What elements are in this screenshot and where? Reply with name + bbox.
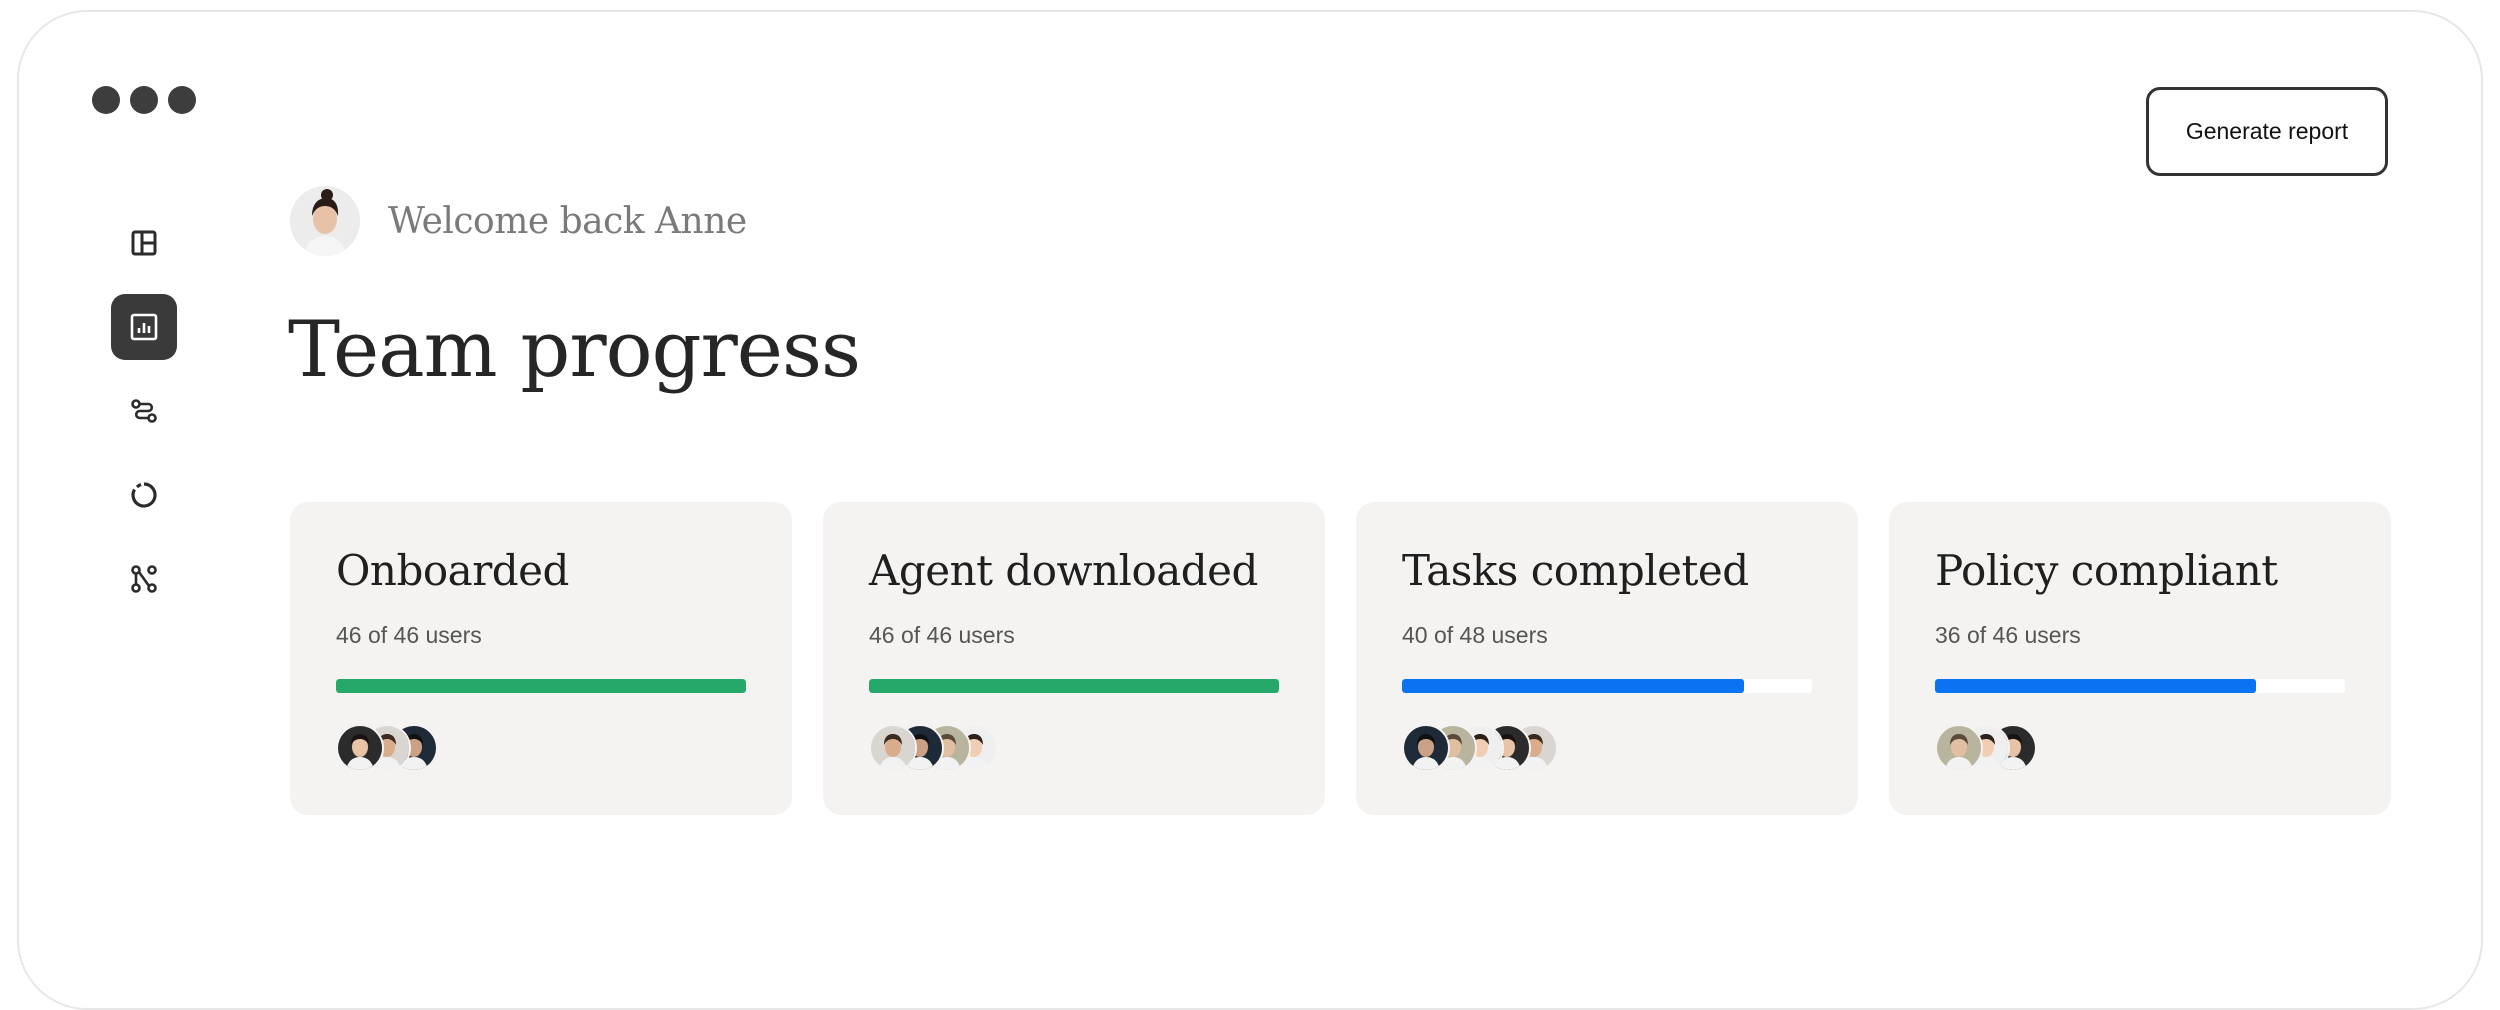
welcome-header: Welcome back Anne bbox=[290, 186, 747, 256]
user-avatar[interactable] bbox=[1402, 724, 1450, 772]
sidebar-item-branches[interactable] bbox=[111, 546, 177, 612]
progress-card[interactable]: Agent downloaded 46 of 46 users bbox=[823, 502, 1325, 815]
progress-bar bbox=[869, 679, 1279, 693]
card-subtitle: 46 of 46 users bbox=[336, 622, 482, 648]
sidebar-item-progress[interactable] bbox=[111, 462, 177, 528]
page-title: Team progress bbox=[288, 305, 861, 395]
sidebar-item-reports[interactable] bbox=[111, 294, 177, 360]
layout-icon bbox=[131, 230, 157, 256]
user-avatar[interactable] bbox=[869, 724, 917, 772]
card-title: Tasks completed bbox=[1402, 546, 1749, 595]
welcome-message: Welcome back Anne bbox=[388, 200, 747, 242]
progress-bar bbox=[336, 679, 746, 693]
generate-report-button[interactable]: Generate report bbox=[2146, 87, 2388, 176]
progress-card[interactable]: Policy compliant 36 of 46 users bbox=[1889, 502, 2391, 815]
window-dot[interactable] bbox=[168, 86, 196, 114]
window-dot[interactable] bbox=[92, 86, 120, 114]
bar-chart-icon bbox=[130, 313, 158, 341]
branch-icon bbox=[131, 565, 157, 593]
progress-bar-fill bbox=[869, 679, 1279, 693]
progress-bar bbox=[1402, 679, 1812, 693]
card-subtitle: 40 of 48 users bbox=[1402, 622, 1548, 648]
user-avatar[interactable] bbox=[1935, 724, 1983, 772]
card-subtitle: 46 of 46 users bbox=[869, 622, 1015, 648]
progress-bar-fill bbox=[336, 679, 746, 693]
card-subtitle: 36 of 46 users bbox=[1935, 622, 2081, 648]
card-title: Agent downloaded bbox=[869, 546, 1258, 595]
progress-ring-icon bbox=[131, 482, 157, 508]
window-controls bbox=[92, 86, 196, 114]
progress-bar-fill bbox=[1402, 679, 1744, 693]
sidebar-item-layout[interactable] bbox=[111, 210, 177, 276]
progress-card[interactable]: Tasks completed 40 of 48 users bbox=[1356, 502, 1858, 815]
user-avatar[interactable] bbox=[336, 724, 384, 772]
route-icon bbox=[131, 399, 157, 423]
sidebar-item-route[interactable] bbox=[111, 378, 177, 444]
progress-bar-fill bbox=[1935, 679, 2257, 693]
window-dot[interactable] bbox=[130, 86, 158, 114]
card-title: Onboarded bbox=[336, 546, 569, 595]
avatar[interactable] bbox=[290, 186, 360, 256]
progress-bar bbox=[1935, 679, 2345, 693]
progress-card[interactable]: Onboarded 46 of 46 users bbox=[290, 502, 792, 815]
card-title: Policy compliant bbox=[1935, 546, 2278, 595]
